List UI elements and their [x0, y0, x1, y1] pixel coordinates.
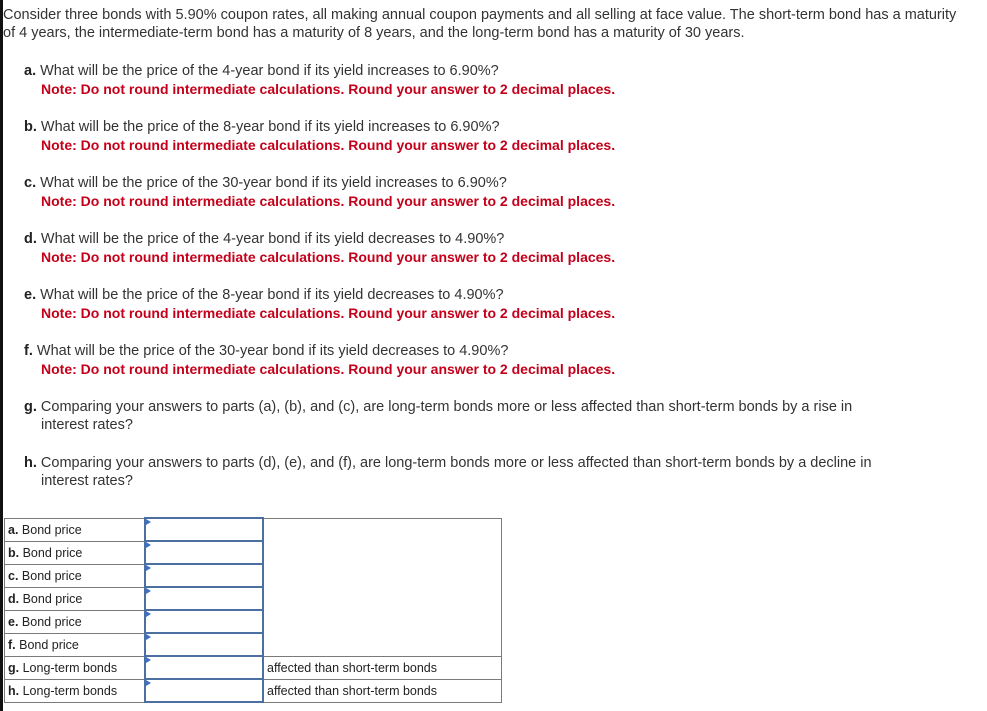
- question-letter: b.: [24, 119, 37, 135]
- answer-row-g: g. Long-term bonds affected than short-t…: [4, 655, 502, 680]
- answer-h-cell: [144, 678, 264, 703]
- rounding-note: Note: Do not round intermediate calculat…: [41, 361, 616, 377]
- suffix-cell: [262, 610, 502, 633]
- question-letter: e.: [24, 287, 37, 303]
- row-letter: g.: [8, 660, 20, 675]
- question-text: What will be the price of the 4-year bon…: [40, 231, 505, 247]
- question-h: h. Comparing your answers to parts (d), …: [24, 454, 964, 490]
- rounding-note: Note: Do not round intermediate calculat…: [41, 249, 616, 265]
- question-b: b. What will be the price of the 8-year …: [24, 118, 964, 154]
- row-label: f. Bond price: [4, 632, 146, 657]
- bond-price-c-input[interactable]: [146, 566, 262, 585]
- row-letter: c.: [8, 568, 19, 583]
- input-marker-icon: [146, 519, 151, 525]
- question-letter: g.: [24, 399, 37, 415]
- rounding-note: Note: Do not round intermediate calculat…: [41, 81, 616, 97]
- bond-price-d-input[interactable]: [146, 589, 262, 608]
- row-label-text: Bond price: [19, 591, 83, 606]
- row-label-text: Bond price: [18, 614, 82, 629]
- rounding-note: Note: Do not round intermediate calculat…: [41, 193, 616, 209]
- row-label: b. Bond price: [4, 540, 146, 565]
- row-label: d. Bond price: [4, 586, 146, 611]
- answer-row-h: h. Long-term bonds affected than short-t…: [4, 678, 502, 703]
- question-g: g. Comparing your answers to parts (a), …: [24, 398, 964, 434]
- rounding-note: Note: Do not round intermediate calculat…: [41, 305, 616, 321]
- question-text: What will be the price of the 8-year bon…: [40, 287, 504, 303]
- suffix-text: affected than short-term bonds: [262, 678, 502, 703]
- answer-row-f: f. Bond price: [4, 632, 502, 657]
- bond-price-e-input[interactable]: [146, 612, 262, 631]
- row-letter: d.: [8, 591, 20, 606]
- suffix-cell: [262, 633, 502, 657]
- bond-price-b-input[interactable]: [146, 543, 262, 562]
- row-letter: e.: [8, 614, 19, 629]
- answer-row-c: c. Bond price: [4, 563, 502, 588]
- answer-row-a: a. Bond price: [4, 517, 502, 542]
- question-d: d. What will be the price of the 4-year …: [24, 230, 964, 266]
- row-letter: b.: [8, 545, 20, 560]
- suffix-cell: [262, 564, 502, 587]
- row-label-text: Bond price: [18, 522, 82, 537]
- row-label-text: Long-term bonds: [19, 683, 118, 698]
- long-term-bonds-g-input[interactable]: [146, 658, 262, 677]
- long-term-bonds-h-input[interactable]: [146, 681, 262, 700]
- input-marker-icon: [146, 634, 151, 640]
- answer-f-cell: [144, 632, 264, 657]
- question-text-continued: interest rates?: [41, 473, 133, 489]
- row-label-text: Bond price: [19, 545, 83, 560]
- row-label: g. Long-term bonds: [4, 655, 146, 680]
- suffix-cell: [262, 541, 502, 564]
- answer-e-cell: [144, 609, 264, 634]
- question-letter: a.: [24, 63, 37, 79]
- answer-d-cell: [144, 586, 264, 611]
- row-label-text: Bond price: [18, 568, 82, 583]
- question-letter: h.: [24, 455, 37, 471]
- row-label-text: Long-term bonds: [19, 660, 118, 675]
- answer-row-b: b. Bond price: [4, 540, 502, 565]
- question-a: a. What will be the price of the 4-year …: [24, 62, 964, 98]
- rounding-note: Note: Do not round intermediate calculat…: [41, 137, 616, 153]
- question-text: Comparing your answers to parts (a), (b)…: [40, 399, 853, 415]
- row-letter: h.: [8, 683, 20, 698]
- input-marker-icon: [146, 680, 151, 686]
- bond-price-f-input[interactable]: [146, 635, 262, 654]
- question-text: What will be the price of the 8-year bon…: [40, 119, 500, 135]
- question-text: Comparing your answers to parts (d), (e)…: [40, 455, 872, 471]
- input-marker-icon: [146, 588, 151, 594]
- answer-g-cell: [144, 655, 264, 680]
- question-f: f. What will be the price of the 30-year…: [24, 342, 964, 378]
- question-e: e. What will be the price of the 8-year …: [24, 286, 964, 322]
- question-text: What will be the price of the 4-year bon…: [40, 63, 499, 79]
- input-marker-icon: [146, 565, 151, 571]
- suffix-text: affected than short-term bonds: [262, 655, 502, 680]
- question-letter: d.: [24, 231, 37, 247]
- answer-b-cell: [144, 540, 264, 565]
- left-edge-bar: [0, 0, 3, 711]
- question-text: What will be the price of the 30-year bo…: [36, 343, 509, 359]
- row-label-text: Bond price: [15, 637, 79, 652]
- question-letter: f.: [24, 343, 33, 359]
- question-text-continued: interest rates?: [41, 417, 133, 433]
- row-label: a. Bond price: [4, 517, 146, 542]
- suffix-cell: [262, 517, 502, 541]
- input-marker-icon: [146, 611, 151, 617]
- row-label: h. Long-term bonds: [4, 678, 146, 703]
- suffix-cell: [262, 587, 502, 610]
- answer-a-cell: [144, 517, 264, 542]
- input-marker-icon: [146, 542, 151, 548]
- bond-price-a-input[interactable]: [146, 520, 262, 539]
- row-label: e. Bond price: [4, 609, 146, 634]
- row-letter: a.: [8, 522, 19, 537]
- input-marker-icon: [146, 657, 151, 663]
- answer-row-d: d. Bond price: [4, 586, 502, 611]
- question-letter: c.: [24, 175, 37, 191]
- question-c: c. What will be the price of the 30-year…: [24, 174, 964, 210]
- problem-intro: Consider three bonds with 5.90% coupon r…: [3, 7, 957, 41]
- question-text: What will be the price of the 30-year bo…: [40, 175, 507, 191]
- answer-row-e: e. Bond price: [4, 609, 502, 634]
- row-label: c. Bond price: [4, 563, 146, 588]
- answer-table: a. Bond price b. Bond price c. Bond pric…: [4, 517, 502, 703]
- answer-c-cell: [144, 563, 264, 588]
- row-letter: f.: [8, 637, 16, 652]
